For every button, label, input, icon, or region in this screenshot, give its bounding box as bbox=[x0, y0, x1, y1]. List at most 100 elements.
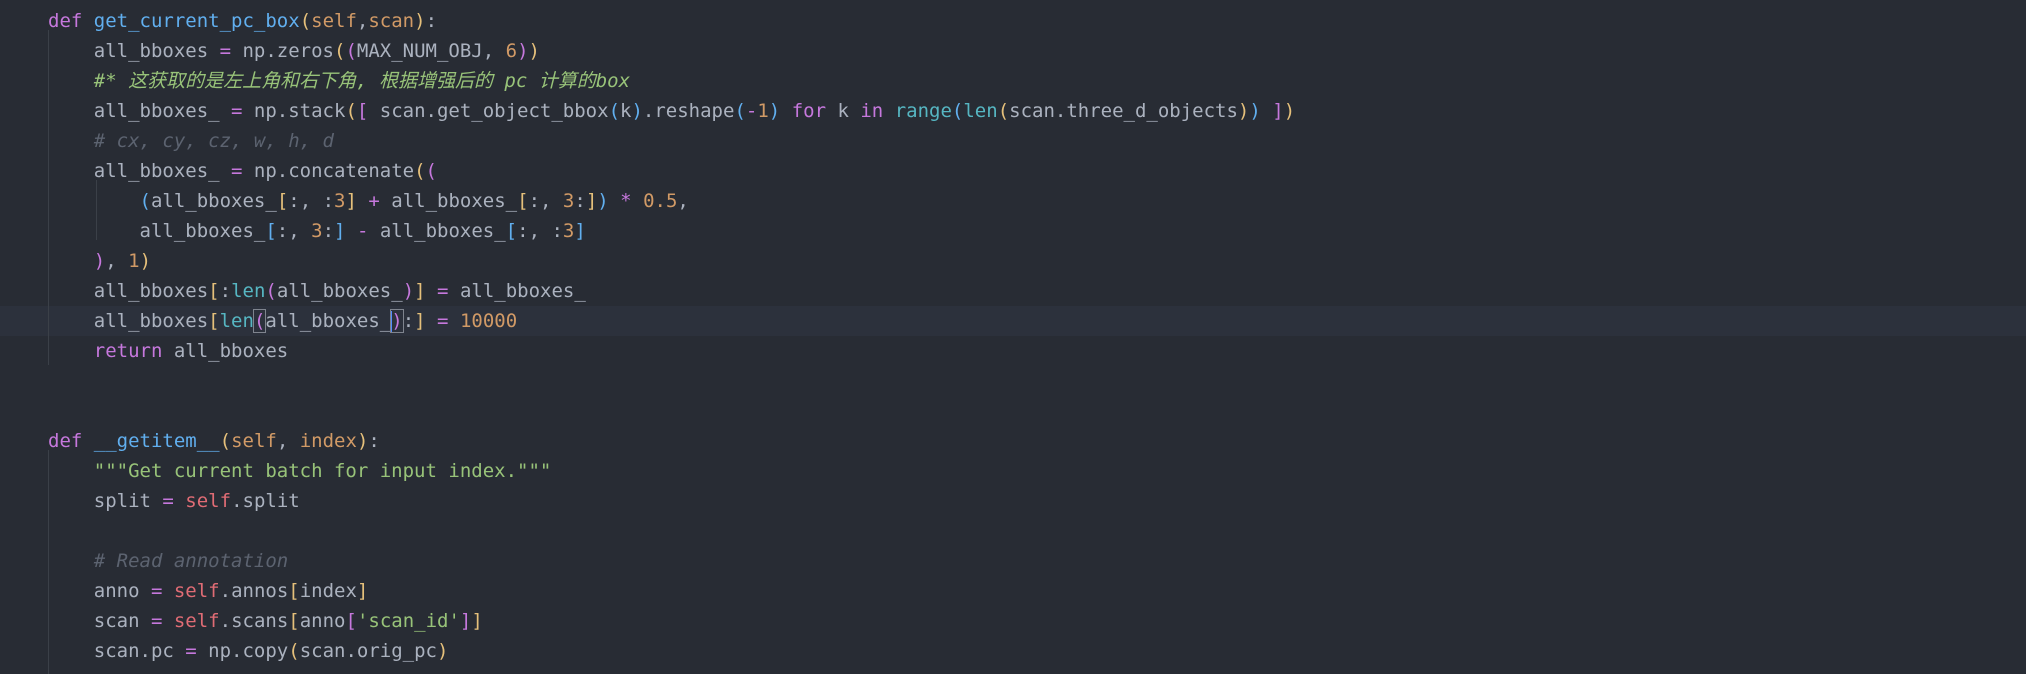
code-token: range bbox=[894, 100, 952, 122]
code-token: : bbox=[368, 430, 380, 452]
code-line-18[interactable] bbox=[0, 516, 2026, 546]
code-line-10[interactable]: all_bboxes[:len(all_bboxes_)] = all_bbox… bbox=[0, 276, 2026, 306]
code-token: ) bbox=[402, 280, 415, 302]
code-line-13[interactable] bbox=[0, 366, 2026, 396]
code-line-16[interactable]: """Get current batch for input index.""" bbox=[0, 456, 2026, 486]
code-line-12[interactable]: return all_bboxes bbox=[0, 336, 2026, 366]
code-token: - bbox=[745, 100, 758, 122]
code-line-9[interactable]: ), 1) bbox=[0, 246, 2026, 276]
code-token: anno bbox=[48, 580, 151, 602]
code-token: ( bbox=[288, 640, 300, 662]
code-token: [ bbox=[208, 310, 220, 332]
code-token: ) bbox=[1249, 100, 1261, 122]
code-line-11[interactable]: all_bboxes[len(all_bboxes_):] = 10000 bbox=[0, 306, 2026, 336]
code-token: ( bbox=[345, 40, 357, 62]
code-token: , bbox=[105, 250, 129, 272]
code-token: # cx, cy, cz, w, h, d bbox=[93, 130, 334, 152]
code-token: all_bboxes_ bbox=[379, 190, 518, 212]
code-line-17[interactable]: split = self.split bbox=[0, 486, 2026, 516]
code-token: anno bbox=[299, 610, 346, 632]
code-token: return bbox=[93, 340, 163, 362]
code-token: ( bbox=[425, 160, 437, 182]
code-token: [ bbox=[288, 580, 300, 602]
code-token: 'scan_id' bbox=[356, 610, 460, 632]
code-line-22[interactable]: scan.pc = np.copy(scan.orig_pc) bbox=[0, 636, 2026, 666]
code-token: 1 bbox=[128, 250, 140, 272]
code-line-19[interactable]: # Read annotation bbox=[0, 546, 2026, 576]
code-token: :, : bbox=[288, 190, 335, 212]
code-line-14[interactable] bbox=[0, 396, 2026, 426]
code-token: for bbox=[791, 100, 827, 122]
code-token: split bbox=[48, 490, 163, 512]
code-token: .reshape bbox=[642, 100, 735, 122]
code-text: scan = self.scans[anno['scan_id']] bbox=[48, 606, 483, 636]
code-token: ] bbox=[585, 190, 598, 212]
code-line-15[interactable]: def __getitem__(self, index): bbox=[0, 426, 2026, 456]
code-token: scan.three_d_objects bbox=[1009, 100, 1238, 122]
code-token: = bbox=[437, 280, 449, 302]
code-token: 3 bbox=[562, 190, 575, 212]
code-token: ) bbox=[93, 250, 106, 272]
code-line-6[interactable]: all_bboxes_ = np.concatenate(( bbox=[0, 156, 2026, 186]
code-token: index bbox=[299, 580, 357, 602]
code-token: ) bbox=[414, 10, 426, 32]
code-token: all_bboxes_ bbox=[448, 280, 586, 302]
code-token: scan.orig_pc bbox=[299, 640, 437, 662]
code-token: all_bboxes_ bbox=[48, 220, 266, 242]
code-token: ] bbox=[356, 580, 369, 602]
code-text: all_bboxes_[:, 3:] - all_bboxes_[:, :3] bbox=[48, 216, 586, 246]
code-line-4[interactable]: all_bboxes_ = np.stack([ scan.get_object… bbox=[0, 96, 2026, 126]
code-token: np.copy bbox=[196, 640, 289, 662]
code-token: [ bbox=[345, 610, 357, 632]
code-text: ), 1) bbox=[48, 246, 151, 276]
code-token: , bbox=[356, 10, 369, 32]
code-line-7[interactable]: (all_bboxes_[:, :3] + all_bboxes_[:, 3:]… bbox=[0, 186, 2026, 216]
code-token: self bbox=[231, 430, 277, 452]
code-token: : bbox=[322, 220, 335, 242]
code-token: :, : bbox=[517, 220, 563, 242]
code-line-3[interactable]: #* 这获取的是左上角和右下角, 根据增强后的 pc 计算的box bbox=[0, 66, 2026, 96]
code-editor[interactable]: scan.pc = np.copy(scan.orig_pc) scan = s… bbox=[0, 0, 2026, 674]
code-token: def bbox=[48, 430, 83, 452]
code-token: 3 bbox=[334, 190, 346, 212]
code-token: ) bbox=[517, 40, 529, 62]
code-token: all_bboxes_ bbox=[48, 160, 232, 182]
code-line-20[interactable]: anno = self.annos[index] bbox=[0, 576, 2026, 606]
code-token: = bbox=[150, 580, 163, 602]
code-token: #* 这获取的是左上角和右下角, 根据增强后的 pc 计算的box bbox=[93, 70, 631, 92]
code-token: 3 bbox=[562, 220, 575, 242]
code-line-1[interactable]: def get_current_pc_box(self,scan): bbox=[0, 6, 2026, 36]
code-token: = bbox=[185, 640, 197, 662]
code-token: + bbox=[368, 190, 380, 212]
code-line-8[interactable]: all_bboxes_[:, 3:] - all_bboxes_[:, :3] bbox=[0, 216, 2026, 246]
code-token: scan bbox=[368, 10, 415, 32]
code-line-21[interactable]: scan = self.scans[anno['scan_id']] bbox=[0, 606, 2026, 636]
code-token: ) bbox=[139, 250, 152, 272]
code-token: all_bboxes_ bbox=[48, 100, 232, 122]
code-token: index bbox=[299, 430, 357, 452]
code-token: self bbox=[173, 610, 220, 632]
code-text: return all_bboxes bbox=[48, 336, 288, 366]
code-line-5[interactable]: # cx, cy, cz, w, h, d bbox=[0, 126, 2026, 156]
code-token: [ bbox=[265, 220, 277, 242]
code-token: = bbox=[150, 610, 163, 632]
code-token: - bbox=[356, 220, 369, 242]
code-token: ) bbox=[1237, 100, 1250, 122]
code-token: len bbox=[231, 280, 266, 302]
code-token: 6 bbox=[505, 40, 518, 62]
code-token: self bbox=[185, 490, 232, 512]
code-token: ] bbox=[471, 610, 483, 632]
code-token: [ bbox=[356, 100, 369, 122]
code-line-2[interactable]: all_bboxes = np.zeros((MAX_NUM_OBJ, 6)) bbox=[0, 36, 2026, 66]
